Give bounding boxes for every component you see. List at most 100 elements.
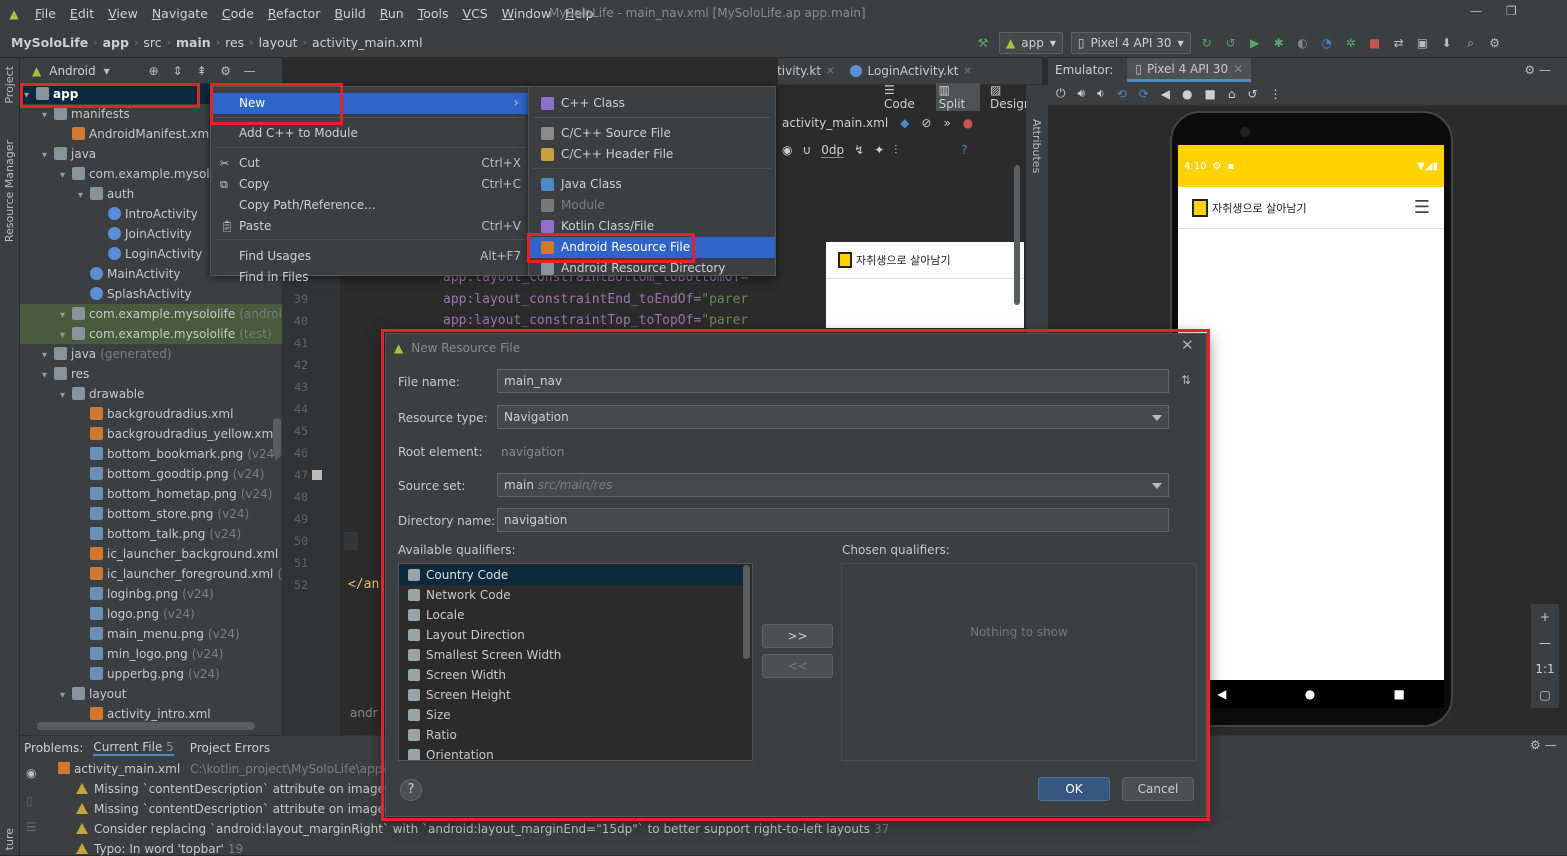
sort-icon[interactable]: ⇅ [1181,373,1191,387]
expand-icon[interactable]: ▾ [42,106,54,124]
attach-debugger-icon[interactable]: ✲ [1343,35,1359,51]
tree-item[interactable]: ▾ res [20,364,282,384]
submenu-item-java-class[interactable]: Java Class [529,174,775,195]
device-select[interactable]: ▯ Pixel 4 API 30 ▾ [1070,32,1191,54]
menu-view[interactable]: View [101,0,145,28]
context-menu-item-paste[interactable]: 📋︎ Paste Ctrl+V [211,216,529,237]
designer-file-select[interactable]: activity_main.xml [782,116,888,130]
directory-name-input[interactable]: navigation [497,508,1169,532]
context-menu-item-add-c-to-module[interactable]: Add C++ to Module [211,123,529,144]
menu-file[interactable]: File [28,0,63,28]
tree-item[interactable]: ▾ com.example.mysololife (test) [20,324,282,344]
menu-navigate[interactable]: Navigate [145,0,215,28]
overview-icon[interactable]: ■ [1204,87,1215,101]
source-set-select[interactable]: main src/main/res [497,473,1169,497]
tree-item[interactable]: main_menu.png (v24) [20,624,282,644]
infer-icon[interactable]: ✦ [874,143,884,157]
ok-button[interactable]: OK [1038,777,1110,801]
cancel-button[interactable]: Cancel [1122,777,1194,801]
close-tab-icon[interactable]: ✕ [826,66,834,77]
expand-icon[interactable]: ▾ [60,326,72,344]
restore-icon[interactable]: ❐ [1506,4,1517,18]
align-icon[interactable]: ⫶ [894,143,897,158]
tree-item[interactable]: backgroudradius.xml [20,404,282,424]
search-icon[interactable]: ⌕ [1463,35,1479,51]
breadcrumb-item[interactable]: src [138,35,166,50]
tree-item[interactable]: ▾ layout [20,684,282,704]
qualifier-item[interactable]: Locale [399,605,745,625]
tree-item[interactable]: bottom_store.png (v24) [20,504,282,524]
hide-icon[interactable]: — [242,63,258,79]
debug-icon[interactable]: ✱ [1271,35,1287,51]
expand-all-icon[interactable]: ⇕ [170,63,186,79]
tree-item[interactable]: ic_launcher_foreground.xml(v24) [20,564,282,584]
qualifier-item[interactable]: Ratio [399,725,745,745]
tree-item[interactable]: logo.png (v24) [20,604,282,624]
run-icon[interactable]: ▶ [1247,35,1263,51]
phone-back-icon[interactable]: ◀ [1217,687,1226,701]
problem-item[interactable]: Typo: In word 'topbar' 19 [76,842,243,856]
chosen-qualifiers-list[interactable]: Nothing to show [841,563,1197,761]
help-icon[interactable]: ? [961,143,967,157]
collapse-all-icon[interactable]: ⇞ [194,63,210,79]
locate-icon[interactable]: ⊕ [146,63,162,79]
available-qualifiers-list[interactable]: Country Code Network Code Locale Layout Dir… [398,563,753,761]
close-tab-icon[interactable]: ✕ [964,66,972,77]
tree-h-scrollbar[interactable] [37,722,255,730]
code-view-button[interactable]: ☰ Code [884,83,926,111]
qualifier-item[interactable]: Orientation [399,745,745,760]
breadcrumb-item[interactable]: layout [254,35,303,50]
back-icon[interactable]: ◀ [1161,87,1170,101]
context-menu-item-cut[interactable]: ✂ Cut Ctrl+X [211,153,529,174]
emulator-settings-icon[interactable]: ⚙ — [1524,63,1551,77]
breadcrumb-item[interactable]: res [220,35,249,50]
problem-item[interactable]: Consider replacing `android:layout_margi… [76,822,889,836]
settings-icon[interactable]: ⚙ [1487,35,1503,51]
phone-overview-icon[interactable]: ■ [1394,687,1405,701]
expand-icon[interactable]: ▾ [60,386,72,404]
hammer-icon[interactable]: ⚒ [975,35,991,51]
expand-icon[interactable]: ▾ [42,346,54,364]
expand-icon[interactable]: ▾ [60,166,72,184]
menu-build[interactable]: Build [327,0,372,28]
tab-current-file[interactable]: Current File 5 [93,740,174,756]
tree-item[interactable]: ic_launcher_background.xml [20,544,282,564]
more-options-icon[interactable]: ⋮ [1270,87,1282,101]
sync-icon[interactable]: ⇄ [1391,35,1407,51]
tree-scrollbar[interactable] [273,418,281,458]
attach-icon[interactable]: ◐ [1295,35,1311,51]
qualifier-item[interactable]: Smallest Screen Width [399,645,745,665]
context-menu-item-find-usages[interactable]: Find Usages Alt+F7 [211,246,529,267]
submenu-item-c-c-source-file[interactable]: C/C++ Source File [529,123,775,144]
eye-icon[interactable]: ◉ [26,766,36,780]
tree-item[interactable]: ▾ java (generated) [20,344,282,364]
context-menu-item-copy[interactable]: ⧉ Copy Ctrl+C [211,174,529,195]
phone-home-icon[interactable]: ● [1305,687,1315,701]
zoom-out-icon[interactable]: — [1531,630,1559,656]
snapshot-icon[interactable]: ↺ [1247,87,1257,101]
device-manager-icon[interactable]: ▣ [1415,35,1431,51]
blueprint-icon[interactable]: ⊘ [921,116,931,130]
context-menu-item-new[interactable]: New › [211,93,529,114]
tree-item[interactable]: loginbg.png (v24) [20,584,282,604]
breadcrumb-item[interactable]: main [171,35,216,50]
profile-icon[interactable]: ◔ [1319,35,1335,51]
qualifier-item[interactable]: Size [399,705,745,725]
qualifier-item[interactable]: Screen Height [399,685,745,705]
structure-tool-tab[interactable]: ture [3,828,16,850]
zoom-in-icon[interactable]: + [1531,604,1559,630]
expand-icon[interactable]: ▾ [60,306,72,324]
breadcrumb-item[interactable]: activity_main.xml [307,35,428,50]
breadcrumb-item[interactable]: app [98,35,134,50]
expand-icon[interactable]: ▾ [78,186,90,204]
minimize-icon[interactable]: — [1470,4,1482,18]
resource-type-select[interactable]: Navigation [497,405,1169,429]
breadcrumb-item[interactable]: MySoloLife [6,35,93,50]
emulator-device-tab[interactable]: ▯ Pixel 4 API 30 ✕ [1127,58,1252,82]
expand-icon[interactable]: ▾ [42,366,54,384]
filter-icon[interactable]: ▯ [26,794,33,808]
remove-qualifier-button[interactable]: << [762,654,833,678]
more-icon[interactable]: » [943,116,950,130]
tree-item[interactable]: bottom_talk.png (v24) [20,524,282,544]
menu-run[interactable]: Run [373,0,411,28]
